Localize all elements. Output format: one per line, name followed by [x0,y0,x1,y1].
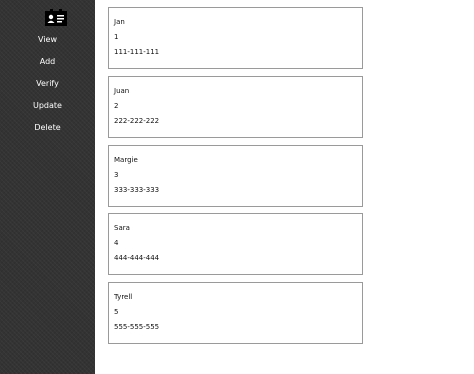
sidebar: View Add Verify Update Delete [0,0,95,374]
contact-name: Jan [114,18,125,26]
contact-phone: 555-555-555 [114,323,160,331]
contact-card-icon[interactable] [45,9,67,26]
contact-id: 2 [114,102,119,110]
contact-name: Margie [114,156,138,164]
sidebar-item-delete[interactable]: Delete [0,121,95,143]
contact-card[interactable]: Margie 3 333-333-333 [108,145,363,207]
contact-card[interactable]: Sara 4 444-444-444 [108,213,363,275]
contact-id: 5 [114,308,119,316]
contact-card[interactable]: Juan 2 222-222-222 [108,76,363,138]
sidebar-item-update[interactable]: Update [0,99,95,121]
sidebar-item-add[interactable]: Add [0,55,95,77]
contact-name: Tyrell [114,293,133,301]
contact-card[interactable]: Jan 1 111-111-111 [108,7,363,69]
contact-phone: 444-444-444 [114,254,160,262]
contact-phone: 222-222-222 [114,117,160,125]
contact-id: 3 [114,171,119,179]
contact-phone: 333-333-333 [114,186,160,194]
contact-name: Juan [114,87,130,95]
contact-id: 1 [114,33,119,41]
contact-list: Jan 1 111-111-111 Juan 2 222-222-222 Mar… [95,0,474,374]
sidebar-nav: View Add Verify Update Delete [0,33,95,143]
contact-id: 4 [114,239,119,247]
sidebar-item-view[interactable]: View [0,33,95,55]
app-root: View Add Verify Update Delete Jan 1 111-… [0,0,474,374]
contact-name: Sara [114,224,130,232]
contact-card[interactable]: Tyrell 5 555-555-555 [108,282,363,344]
sidebar-item-verify[interactable]: Verify [0,77,95,99]
contact-phone: 111-111-111 [114,48,160,56]
